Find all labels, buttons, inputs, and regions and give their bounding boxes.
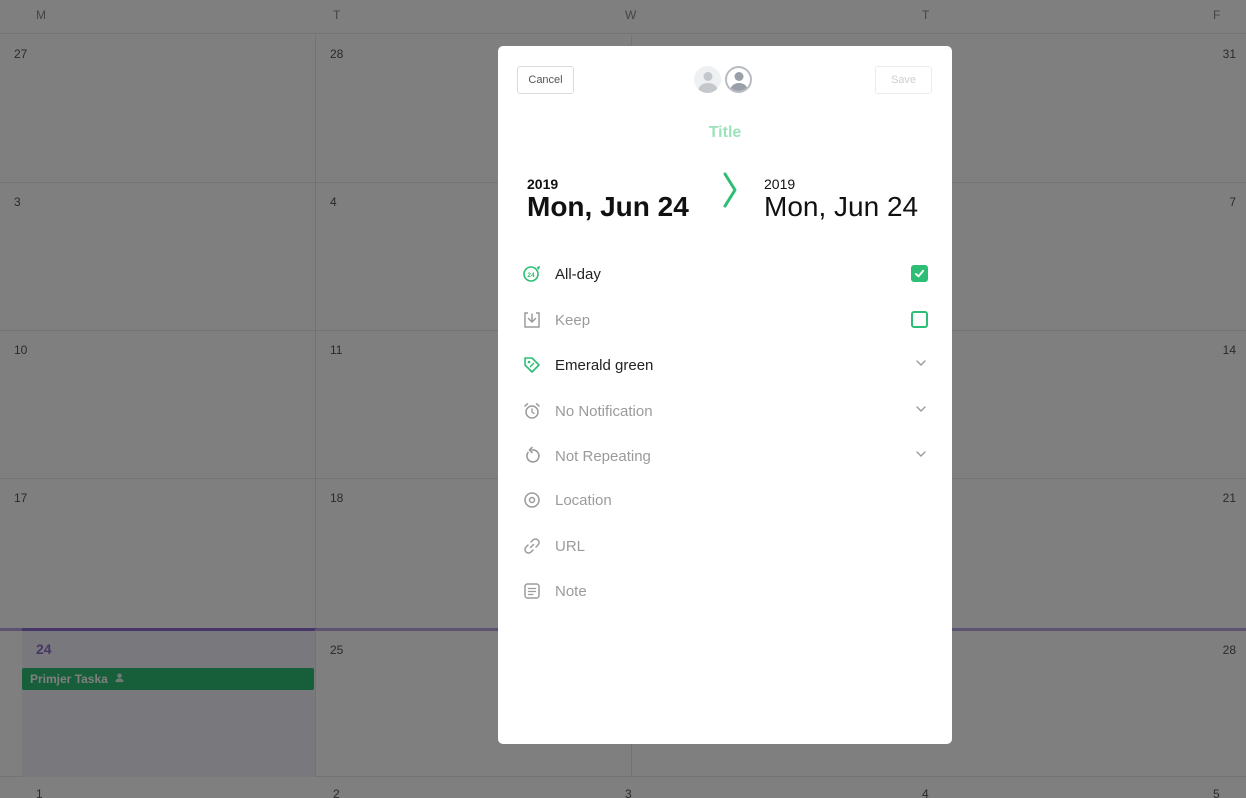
location-pin-icon [522, 490, 542, 510]
repeat-icon [522, 446, 542, 466]
color-label: Emerald green [555, 356, 654, 374]
alarm-clock-icon [522, 401, 542, 421]
end-date-label: Mon, Jun 24 [764, 191, 919, 222]
note-label: Note [555, 582, 587, 600]
title-input[interactable]: Title [498, 124, 952, 142]
keep-row[interactable]: Keep [522, 308, 928, 332]
24h-icon: 24 [522, 264, 542, 284]
chevron-down-icon[interactable] [914, 356, 928, 375]
end-year: 2019 [764, 176, 796, 192]
start-date[interactable]: 2019 Mon, Jun 24 [527, 176, 689, 222]
color-row[interactable]: Emerald green [522, 353, 928, 377]
url-row[interactable]: URL [522, 534, 928, 558]
start-year: 2019 [527, 176, 559, 192]
location-label: Location [555, 491, 612, 509]
repeat-row[interactable]: Not Repeating [522, 444, 928, 468]
tag-icon [522, 355, 542, 375]
keep-label: Keep [555, 311, 591, 329]
keep-checkbox[interactable] [911, 311, 928, 328]
link-icon [522, 536, 542, 556]
svg-text:24: 24 [527, 272, 535, 279]
location-row[interactable]: Location [522, 488, 928, 512]
note-icon [522, 581, 542, 601]
all-day-label: All-day [555, 265, 601, 283]
event-editor-modal: Cancel Save Title 2019 Mon, Jun 24 2019 … [498, 46, 952, 744]
note-row[interactable]: Note [522, 579, 928, 603]
start-date-label: Mon, Jun 24 [527, 191, 689, 222]
repeat-label: Not Repeating [555, 447, 651, 465]
url-label: URL [555, 537, 586, 555]
keep-download-icon [522, 310, 542, 330]
avatar[interactable] [725, 66, 752, 93]
all-day-row[interactable]: 24 All-day [522, 262, 928, 286]
cancel-button[interactable]: Cancel [517, 66, 574, 94]
chevron-right-icon [723, 172, 737, 208]
chevron-down-icon[interactable] [914, 447, 928, 466]
notification-row[interactable]: No Notification [522, 399, 928, 423]
all-day-checkbox[interactable] [911, 265, 928, 282]
avatar[interactable] [694, 66, 721, 93]
end-date[interactable]: 2019 Mon, Jun 24 [764, 176, 918, 222]
chevron-down-icon[interactable] [914, 402, 928, 421]
save-button[interactable]: Save [875, 66, 932, 94]
attendee-avatars [694, 66, 752, 93]
notification-label: No Notification [555, 402, 653, 420]
